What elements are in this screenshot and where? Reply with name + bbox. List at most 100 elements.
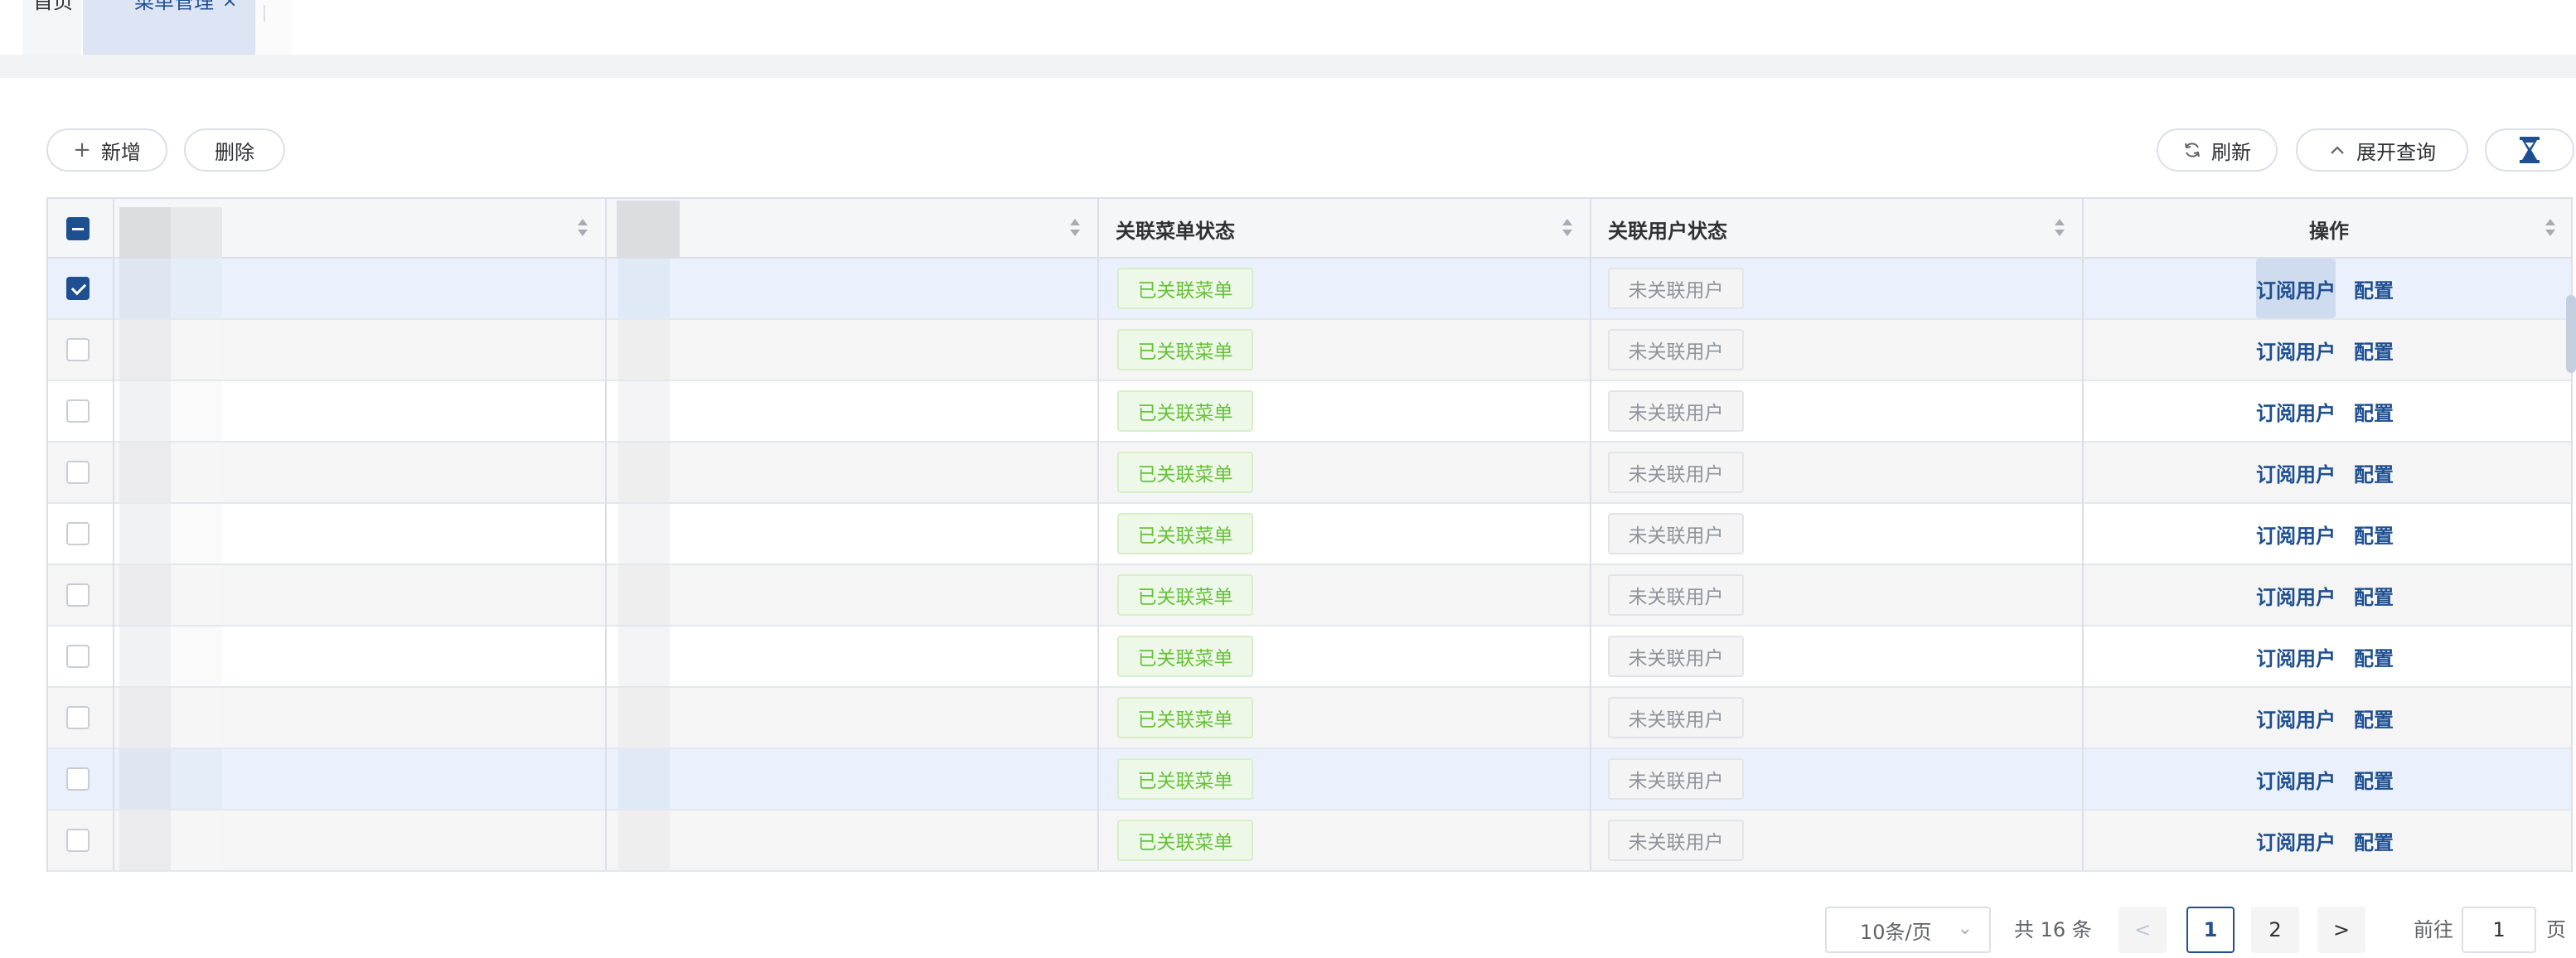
table-row[interactable]: 已关联菜单 未关联用户 订阅用户 配置	[48, 627, 2571, 688]
config-link[interactable]: 配置	[2351, 688, 2397, 748]
prev-page-button[interactable]: <	[2118, 907, 2167, 953]
subscribe-users-link[interactable]: 订阅用户	[2256, 259, 2336, 318]
redacted-cell	[171, 443, 222, 502]
table-scrollbar[interactable]	[2566, 295, 2576, 373]
redacted-cell	[618, 259, 670, 318]
row-checkbox[interactable]	[66, 706, 90, 729]
config-link[interactable]: 配置	[2351, 565, 2397, 625]
subscribe-users-link[interactable]: 订阅用户	[2256, 627, 2336, 686]
tab-menu-management[interactable]: 菜单管理 ×	[83, 0, 255, 55]
sort-icon[interactable]	[1562, 219, 1573, 239]
page-size-value: 10条/页	[1860, 920, 1932, 944]
goto-label: 前往	[2414, 918, 2453, 941]
table-row[interactable]: 已关联菜单 未关联用户 订阅用户 配置	[48, 381, 2571, 443]
tabs-bar: 首页 菜单管理 ×	[0, 0, 2576, 55]
redacted-cell	[119, 259, 171, 318]
menu-status-tag: 已关联菜单	[1117, 574, 1253, 616]
config-link[interactable]: 配置	[2351, 810, 2397, 870]
page-unit-label: 页	[2546, 918, 2566, 941]
user-status-tag: 未关联用户	[1608, 513, 1744, 554]
row-checkbox[interactable]	[66, 829, 90, 852]
redacted-cell	[618, 320, 670, 380]
redacted-cell	[119, 565, 171, 625]
column-filter-button[interactable]	[2485, 128, 2574, 172]
row-checkbox[interactable]	[66, 583, 90, 607]
user-status-tag: 未关联用户	[1608, 636, 1744, 677]
page-button-1[interactable]: 1	[2186, 907, 2235, 953]
sort-icon[interactable]	[2545, 219, 2556, 239]
redacted-cell	[618, 504, 670, 564]
table-row[interactable]: 已关联菜单 未关联用户 订阅用户 配置	[48, 810, 2571, 872]
table-row[interactable]: 已关联菜单 未关联用户 订阅用户 配置	[48, 749, 2571, 810]
row-checkbox[interactable]	[66, 338, 90, 361]
subscribe-users-link[interactable]: 订阅用户	[2256, 565, 2336, 625]
table-row[interactable]: 已关联菜单 未关联用户 订阅用户 配置	[48, 443, 2571, 504]
config-link[interactable]: 配置	[2351, 381, 2397, 441]
next-page-button[interactable]: >	[2317, 907, 2365, 953]
redacted-header-block	[119, 207, 171, 259]
refresh-button[interactable]: 刷新	[2157, 128, 2278, 172]
menu-status-tag: 已关联菜单	[1117, 329, 1253, 370]
column-divider	[1590, 199, 1591, 870]
tab-bar-spacer	[255, 0, 292, 55]
subscribe-users-link[interactable]: 订阅用户	[2256, 749, 2336, 809]
page-button-2[interactable]: 2	[2251, 907, 2299, 953]
subscribe-users-link[interactable]: 订阅用户	[2256, 688, 2336, 748]
config-link[interactable]: 配置	[2351, 259, 2397, 318]
sort-icon[interactable]	[2054, 219, 2065, 239]
chevron-down-icon: ⌄	[1957, 918, 1973, 939]
row-checkbox[interactable]	[66, 767, 90, 791]
tab-divider	[264, 5, 265, 22]
user-status-tag: 未关联用户	[1608, 758, 1744, 800]
row-checkbox[interactable]	[66, 277, 90, 300]
tab-home-label: 首页	[33, 0, 73, 13]
redacted-cell	[618, 749, 670, 809]
tab-close-icon[interactable]: ×	[222, 0, 237, 18]
add-button[interactable]: + 新增	[46, 128, 167, 172]
sort-icon[interactable]	[577, 219, 588, 239]
column-divider	[1097, 199, 1099, 870]
row-checkbox[interactable]	[66, 461, 90, 484]
column-divider	[113, 199, 114, 870]
delete-button[interactable]: 删除	[184, 128, 285, 172]
table-row[interactable]: 已关联菜单 未关联用户 订阅用户 配置	[48, 320, 2571, 381]
subscribe-users-link[interactable]: 订阅用户	[2256, 381, 2336, 441]
table-row[interactable]: 已关联菜单 未关联用户 订阅用户 配置	[48, 688, 2571, 749]
config-link[interactable]: 配置	[2351, 504, 2397, 564]
config-link[interactable]: 配置	[2351, 443, 2397, 502]
menu-status-tag: 已关联菜单	[1117, 390, 1253, 432]
config-link[interactable]: 配置	[2351, 749, 2397, 809]
expand-query-button[interactable]: 展开查询	[2296, 128, 2468, 172]
redacted-cell	[119, 443, 171, 502]
refresh-button-label: 刷新	[2211, 140, 2251, 164]
redacted-cell	[618, 381, 670, 441]
goto-page-input[interactable]: 1	[2462, 907, 2536, 953]
sort-icon[interactable]	[1069, 219, 1081, 239]
user-status-tag: 未关联用户	[1608, 390, 1744, 432]
select-all-checkbox[interactable]	[66, 217, 90, 240]
tab-home[interactable]: 首页	[23, 0, 81, 55]
redacted-cell	[119, 381, 171, 441]
row-checkbox[interactable]	[66, 645, 90, 668]
subscribe-users-link[interactable]: 订阅用户	[2256, 504, 2336, 564]
table-row[interactable]: 已关联菜单 未关联用户 订阅用户 配置	[48, 565, 2571, 627]
redacted-cell	[618, 565, 670, 625]
redacted-cell	[618, 810, 670, 870]
redacted-cell	[171, 320, 222, 380]
subscribe-users-link[interactable]: 订阅用户	[2256, 443, 2336, 502]
config-link[interactable]: 配置	[2351, 320, 2397, 380]
table-row[interactable]: 已关联菜单 未关联用户 订阅用户 配置	[48, 259, 2571, 320]
config-link[interactable]: 配置	[2351, 627, 2397, 686]
redacted-cell	[618, 688, 670, 748]
add-button-label: 新增	[100, 140, 141, 164]
menu-status-tag: 已关联菜单	[1117, 268, 1253, 309]
row-checkbox[interactable]	[66, 399, 90, 423]
app-root: 首页 菜单管理 × + 新增 删除 刷新 展开查询 关联菜单状态 关联用户状态 …	[0, 0, 2576, 958]
subscribe-users-link[interactable]: 订阅用户	[2256, 810, 2336, 870]
subscribe-users-link[interactable]: 订阅用户	[2256, 320, 2336, 380]
menu-status-tag: 已关联菜单	[1117, 636, 1253, 677]
redacted-cell	[119, 688, 171, 748]
table-row[interactable]: 已关联菜单 未关联用户 订阅用户 配置	[48, 504, 2571, 565]
page-size-select[interactable]: 10条/页 ⌄	[1825, 907, 1991, 953]
row-checkbox[interactable]	[66, 522, 90, 545]
